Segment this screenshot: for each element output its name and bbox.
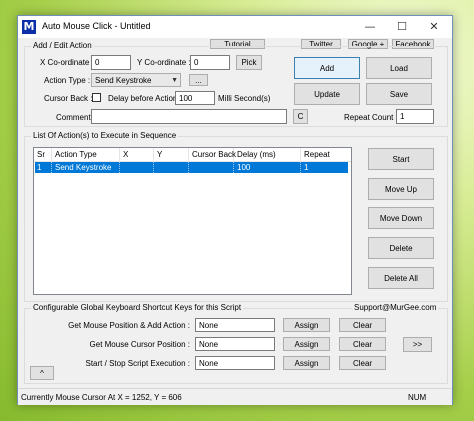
column-header-sr[interactable]: Sr [34,148,52,161]
support-email-link[interactable]: Support@MurGee.com [352,303,439,312]
column-header-action-type[interactable]: Action Type [52,148,120,161]
close-button[interactable]: ✕ [418,16,450,38]
collapse-button[interactable]: ^ [30,366,54,380]
action-options-button[interactable]: ... [189,74,208,86]
assign-button-start-stop[interactable]: Assign [283,356,330,370]
y-coordinate-input[interactable]: 0 [190,55,230,70]
shortcut-input-cursor-position[interactable]: None [195,337,275,351]
y-coordinate-label: Y Co-ordinate : [137,58,191,67]
x-coordinate-label: X Co-ordinate : [40,58,94,67]
delete-button[interactable]: Delete [368,237,434,259]
cell-delay: 100 [234,162,301,173]
minimize-button[interactable]: — [354,16,386,38]
action-list-group-label: List Of Action(s) to Execute in Sequence [31,131,179,140]
num-lock-indicator: NUM [408,393,427,402]
cell-y [154,162,189,173]
save-button[interactable]: Save [366,83,432,105]
action-list-header: Sr Action Type X Y Cursor Back Delay (ms… [34,148,351,162]
column-header-x[interactable]: X [120,148,154,161]
move-down-button[interactable]: Move Down [368,207,434,229]
comment-clear-button[interactable]: C [293,109,308,124]
app-logo-icon: M [22,20,36,34]
shortcut-input-start-stop[interactable]: None [195,356,275,370]
action-type-select[interactable]: Send Keystroke ▼ [91,73,181,87]
pick-button[interactable]: Pick [236,55,262,70]
shortcut-label-cursor-position: Get Mouse Cursor Position : [89,340,190,349]
cell-x [120,162,154,173]
repeat-count-input[interactable]: 1 [396,109,434,124]
delay-input[interactable]: 100 [175,91,215,105]
cursor-back-label: Cursor Back : [44,94,93,103]
app-window: M Auto Mouse Click - Untitled — ☐ ✕ Tuto… [17,15,453,405]
cell-sr: 1 [34,162,52,173]
cell-cursor-back [189,162,234,173]
status-bar: Currently Mouse Cursor At X = 1252, Y = … [18,388,452,405]
delay-unit-label: Milli Second(s) [218,94,271,103]
column-header-delay[interactable]: Delay (ms) [234,148,301,161]
chevron-down-icon: ▼ [171,77,178,84]
column-header-repeat[interactable]: Repeat [301,148,351,161]
action-type-value: Send Keystroke [95,76,152,85]
cursor-back-checkbox[interactable] [92,93,101,102]
column-header-cursor-back[interactable]: Cursor Back [189,148,236,161]
delete-all-button[interactable]: Delete All [368,267,434,289]
delay-label: Delay before Action : [108,94,182,103]
add-edit-group-label: Add / Edit Action [31,41,94,50]
move-up-button[interactable]: Move Up [368,178,434,200]
repeat-count-label: Repeat Count : [344,113,398,122]
column-header-y[interactable]: Y [154,148,189,161]
update-button[interactable]: Update [294,83,360,105]
shortcut-label-add-action: Get Mouse Position & Add Action : [68,321,190,330]
cursor-position-status: Currently Mouse Cursor At X = 1252, Y = … [21,393,182,402]
action-type-label: Action Type : [44,76,91,85]
load-button[interactable]: Load [366,57,432,79]
shortcut-keys-group-label: Configurable Global Keyboard Shortcut Ke… [31,303,244,312]
title-bar[interactable]: M Auto Mouse Click - Untitled — ☐ ✕ [18,16,452,38]
cell-repeat: 1 [304,163,309,172]
start-button[interactable]: Start [368,148,434,170]
add-button[interactable]: Add [294,57,360,79]
shortcut-label-start-stop: Start / Stop Script Execution : [85,359,191,368]
clear-button-add-action[interactable]: Clear [339,318,386,332]
table-row[interactable]: 1 Send Keystroke 100 1 [35,162,348,173]
cell-action-type: Send Keystroke [52,162,120,173]
x-coordinate-input[interactable]: 0 [91,55,131,70]
action-list[interactable]: Sr Action Type X Y Cursor Back Delay (ms… [33,147,352,295]
window-title: Auto Mouse Click - Untitled [42,21,151,31]
clear-button-start-stop[interactable]: Clear [339,356,386,370]
assign-button-cursor-position[interactable]: Assign [283,337,330,351]
shortcut-input-add-action[interactable]: None [195,318,275,332]
more-shortcuts-button[interactable]: >> [403,337,432,352]
maximize-button[interactable]: ☐ [386,16,418,38]
assign-button-add-action[interactable]: Assign [283,318,330,332]
clear-button-cursor-position[interactable]: Clear [339,337,386,351]
comment-label: Comment : [56,113,96,122]
comment-input[interactable] [91,109,287,124]
